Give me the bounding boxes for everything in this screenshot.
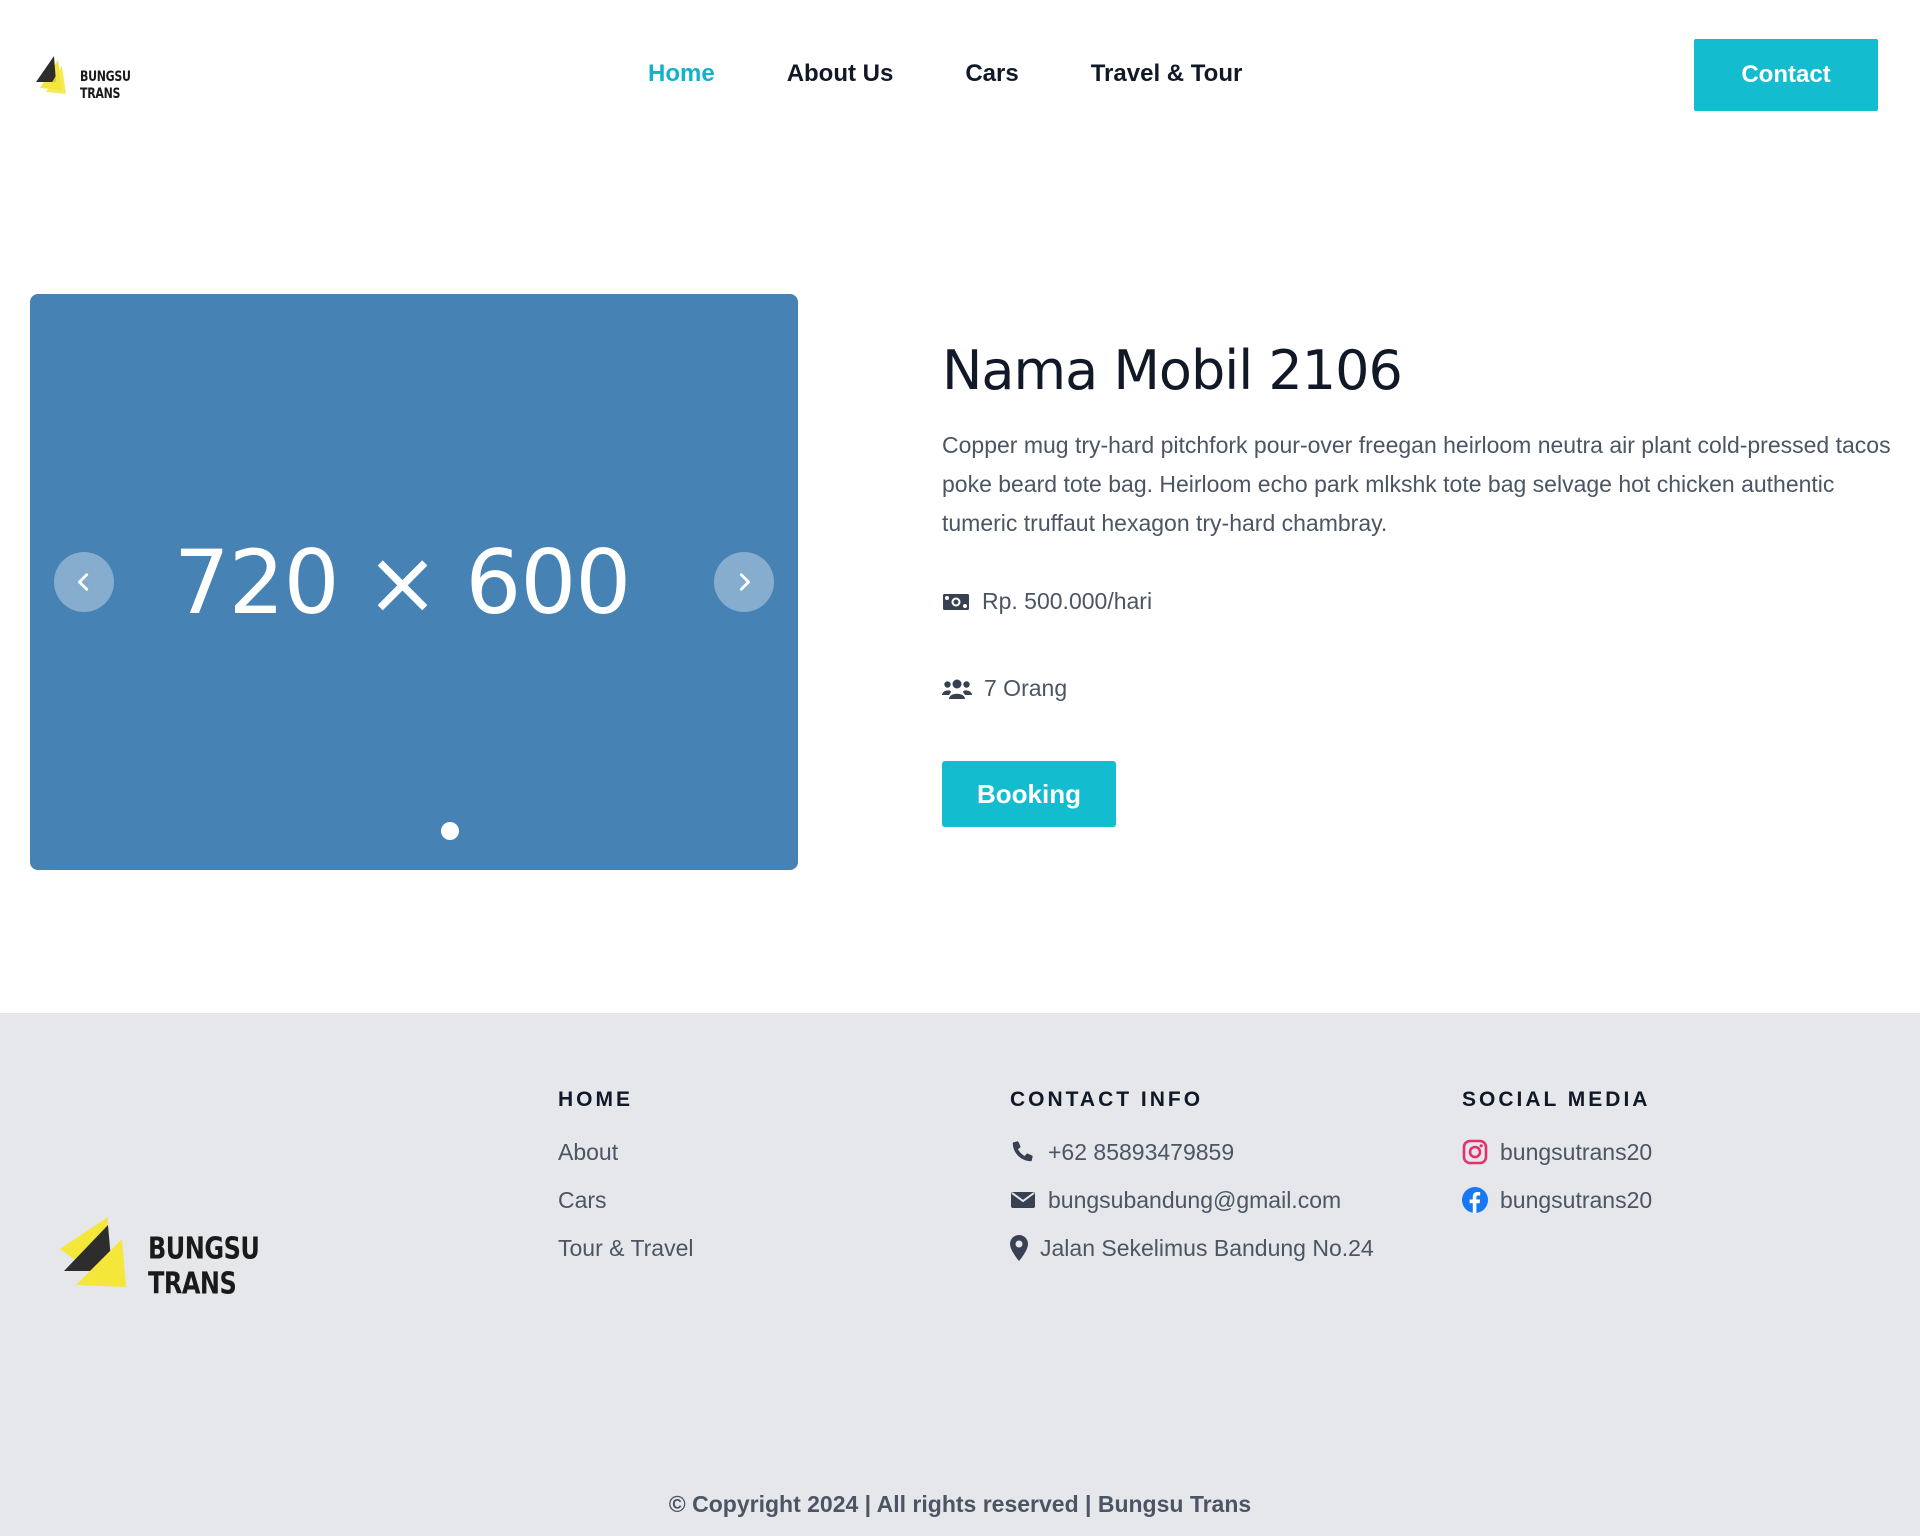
instagram-handle: bungsutrans20 — [1500, 1138, 1653, 1165]
footer-contact-heading: CONTACT INFO — [1010, 1088, 1204, 1111]
carousel-next-button[interactable] — [714, 552, 774, 612]
footer-contact-column: CONTACT INFO +62 85893479859 bungsubandu… — [1010, 1088, 1374, 1272]
map-marker-icon — [1010, 1235, 1028, 1261]
facebook-handle: bungsutrans20 — [1500, 1186, 1653, 1213]
copyright-text: © Copyright 2024 | All rights reserved |… — [668, 1491, 1252, 1517]
nav-home[interactable]: Home — [648, 60, 715, 88]
social-instagram-link[interactable]: bungsutrans20 — [1462, 1128, 1652, 1176]
contact-phone[interactable]: +62 85893479859 — [1048, 1139, 1234, 1166]
chevron-left-icon — [78, 573, 89, 591]
chevron-right-icon — [739, 573, 750, 591]
carousel-image-placeholder: 720 × 600 — [173, 530, 632, 634]
nav-travel-tour[interactable]: Travel & Tour — [1091, 60, 1243, 88]
footer-home-column: HOME About Cars Tour & Travel — [558, 1088, 694, 1272]
car-capacity: 7 Orang — [984, 675, 1068, 701]
contact-phone-row: +62 85893479859 — [1010, 1128, 1374, 1176]
contact-address-row: Jalan Sekelimus Bandung No.24 — [1010, 1224, 1374, 1272]
users-icon — [942, 679, 972, 699]
social-facebook-link[interactable]: bungsutrans20 — [1462, 1176, 1652, 1224]
car-price: Rp. 500.000/hari — [982, 588, 1153, 614]
facebook-icon — [1462, 1187, 1488, 1213]
contact-email-row: bungsubandung@gmail.com — [1010, 1176, 1374, 1224]
car-title: Nama Mobil 2106 — [942, 339, 1403, 402]
contact-address: Jalan Sekelimus Bandung No.24 — [1040, 1234, 1374, 1261]
logo-mark-icon — [36, 56, 66, 94]
footer-logo-text: BUNGSU TRANS — [148, 1231, 260, 1301]
contact-email[interactable]: bungsubandung@gmail.com — [1048, 1187, 1341, 1214]
footer-logo[interactable]: BUNGSU TRANS — [58, 1201, 318, 1301]
site-header: BUNGSU TRANS Home About Us Cars Travel &… — [0, 0, 1920, 155]
car-details: Nama Mobil 2106 Copper mug try-hard pitc… — [942, 336, 1892, 827]
instagram-icon — [1462, 1139, 1488, 1165]
money-bill-icon — [943, 593, 969, 610]
nav-about-us[interactable]: About Us — [787, 60, 894, 88]
contact-button[interactable]: Contact — [1694, 39, 1878, 111]
logo-mark-icon — [60, 1217, 126, 1287]
footer-home-heading: HOME — [558, 1088, 633, 1111]
envelope-icon — [1010, 1187, 1036, 1213]
carousel-prev-button[interactable] — [54, 552, 114, 612]
footer-social-heading: SOCIAL MEDIA — [1462, 1088, 1651, 1111]
car-description: Copper mug try-hard pitchfork pour-over … — [942, 432, 1891, 536]
footer-link-cars[interactable]: Cars — [558, 1176, 694, 1224]
footer-link-tour-travel[interactable]: Tour & Travel — [558, 1224, 694, 1272]
capacity-row: 7 Orang — [942, 675, 1067, 702]
site-footer: BUNGSU TRANS HOME About Cars Tour & Trav… — [0, 1013, 1920, 1536]
main-nav: Home About Us Cars Travel & Tour — [648, 60, 1314, 88]
car-image-carousel: 720 × 600 — [30, 294, 798, 870]
phone-icon — [1010, 1139, 1036, 1165]
footer-social-column: SOCIAL MEDIA bungsutrans20 bungsutrans20 — [1462, 1088, 1652, 1224]
price-row: Rp. 500.000/hari — [942, 588, 1152, 615]
booking-button[interactable]: Booking — [942, 761, 1116, 827]
logo-text: BUNGSU TRANS — [80, 68, 131, 102]
header-logo[interactable]: BUNGSU TRANS — [36, 52, 156, 102]
nav-cars[interactable]: Cars — [965, 60, 1018, 88]
footer-link-about[interactable]: About — [558, 1128, 694, 1176]
carousel-indicator-dot[interactable] — [441, 822, 459, 840]
